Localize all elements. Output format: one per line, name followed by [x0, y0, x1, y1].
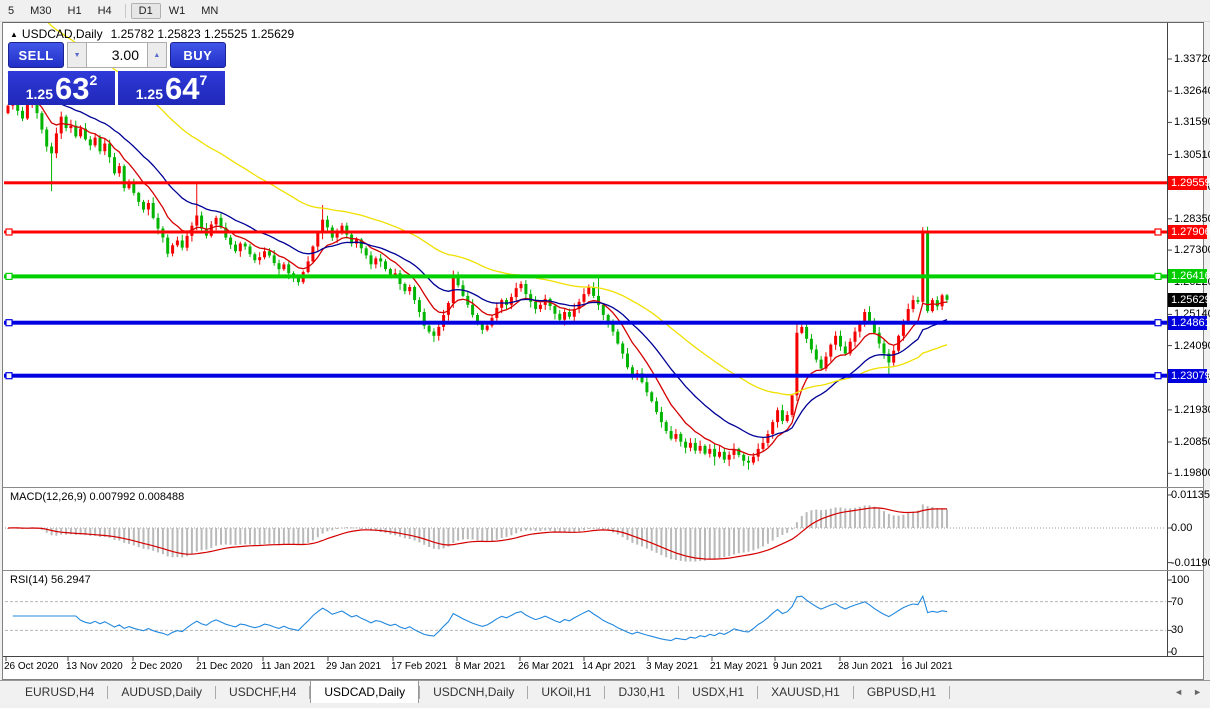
- sell-quote-sup: 2: [89, 72, 98, 88]
- tab-usdcad-daily[interactable]: USDCAD,Daily: [310, 681, 420, 703]
- sell-quote-panel[interactable]: 1.25 63 2: [8, 70, 115, 105]
- tab-separator: [949, 685, 951, 699]
- volume-input[interactable]: [87, 42, 147, 68]
- buy-quote-prefix: 1.25: [135, 86, 163, 102]
- sell-button[interactable]: SELL: [8, 42, 65, 68]
- tab-audusd-daily[interactable]: AUDUSD,Daily: [108, 681, 215, 703]
- rsi-indicator-label: RSI(14) 56.2947: [10, 574, 91, 586]
- tab-eurusd-h4[interactable]: EURUSD,H4: [12, 681, 107, 703]
- tab-usdchf-h4[interactable]: USDCHF,H4: [216, 681, 309, 703]
- chart-title-symbol: USDCAD,Daily: [21, 27, 103, 41]
- tab-xauusd-h1[interactable]: XAUUSD,H1: [758, 681, 853, 703]
- tab-gbpusd-h1[interactable]: GBPUSD,H1: [854, 681, 949, 703]
- chart-title-ohlc: 1.25782 1.25823 1.25525 1.25629: [110, 27, 295, 41]
- chart-title: ▲ USDCAD,Daily 1.25782 1.25823 1.25525 1.2…: [10, 27, 294, 41]
- buy-quote-main: 64: [164, 71, 200, 106]
- down-arrow-icon: ▼: [73, 51, 81, 59]
- buy-quote-sup: 7: [199, 72, 208, 88]
- chart-tab-bar: EURUSD,H4 AUDUSD,Daily USDCHF,H4 USDCAD,Dai…: [0, 680, 1210, 703]
- tab-scroll-right-button[interactable]: ►: [1193, 687, 1202, 697]
- tab-usdx-h1[interactable]: USDX,H1: [679, 681, 757, 703]
- sell-quote-prefix: 1.25: [25, 86, 53, 102]
- volume-decrement-button[interactable]: ▼: [67, 42, 87, 68]
- tab-usdcnh-daily[interactable]: USDCNH,Daily: [420, 681, 527, 703]
- macd-indicator-label: MACD(12,26,9) 0.007992 0.008488: [10, 491, 185, 503]
- collapse-arrow-icon[interactable]: ▲: [10, 30, 18, 39]
- one-click-trading-panel: SELL ▼ ▲ BUY 1.25 63 2 1.25 64 7: [8, 42, 226, 105]
- chart-plot-area[interactable]: [0, 0, 1210, 708]
- buy-quote-panel[interactable]: 1.25 64 7: [118, 70, 225, 105]
- buy-button[interactable]: BUY: [169, 42, 226, 68]
- tab-dj30-h1[interactable]: DJ30,H1: [605, 681, 678, 703]
- volume-increment-button[interactable]: ▲: [147, 42, 167, 68]
- tab-scroll-left-button[interactable]: ◄: [1174, 687, 1183, 697]
- sell-quote-main: 63: [54, 71, 90, 106]
- up-arrow-icon: ▲: [153, 51, 161, 59]
- tab-ukoil-h1[interactable]: UKOil,H1: [528, 681, 604, 703]
